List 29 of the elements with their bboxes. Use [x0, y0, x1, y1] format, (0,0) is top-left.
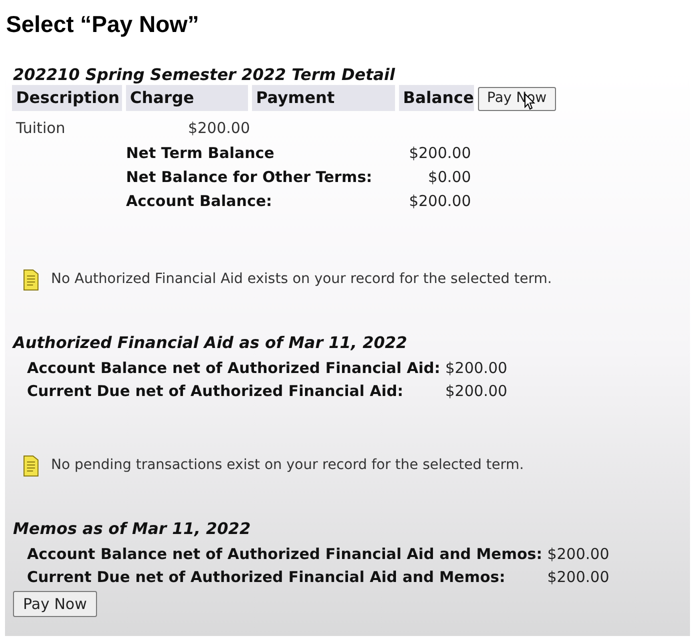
summary-label: Current Due net of Authorized Financial Aid: [27, 381, 404, 402]
note-icon [23, 453, 39, 477]
total-label: Account Balance: [126, 191, 274, 212]
pay-now-button[interactable]: Pay Now [13, 591, 97, 617]
summary-value: $200.00 [445, 358, 508, 379]
total-label: Net Term Balance [126, 143, 276, 164]
total-value: $0.00 [427, 167, 471, 188]
section-heading: Memos as of Mar 11, 2022 [12, 518, 251, 540]
term-title: 202210 Spring Semester 2022 Term Detail [12, 64, 395, 84]
summary-label: Account Balance net of Authorized Financial Aid: [27, 358, 440, 379]
table-cell-text: $200.00 [186, 118, 250, 139]
column-header: Payment [252, 85, 395, 111]
note-icon [23, 267, 39, 291]
column-header: Balance [399, 85, 474, 111]
summary-label: Account Balance net of Authorized Financial Aid and Memos: [27, 544, 542, 565]
column-header: Description [12, 85, 122, 111]
summary-value: $200.00 [547, 567, 610, 588]
notice-text: No pending transactions exist on your record for the selected term. [51, 456, 524, 475]
summary-label: Current Due net of Authorized Financial Aid and Memos: [27, 567, 506, 588]
instruction-title: Select “Pay Now” [5, 10, 200, 38]
total-value: $200.00 [408, 191, 471, 212]
total-value: $200.00 [408, 143, 471, 164]
summary-value: $200.00 [547, 544, 610, 565]
total-label: Net Balance for Other Terms: [126, 167, 374, 188]
section-heading: Authorized Financial Aid as of Mar 11, 2022 [11, 332, 408, 354]
column-header: Charge [126, 85, 248, 111]
table-cell-text: Tuition [16, 118, 66, 139]
notice-text: No Authorized Financial Aid exists on your record for the selected term. [51, 270, 552, 289]
summary-value: $200.00 [445, 381, 508, 402]
